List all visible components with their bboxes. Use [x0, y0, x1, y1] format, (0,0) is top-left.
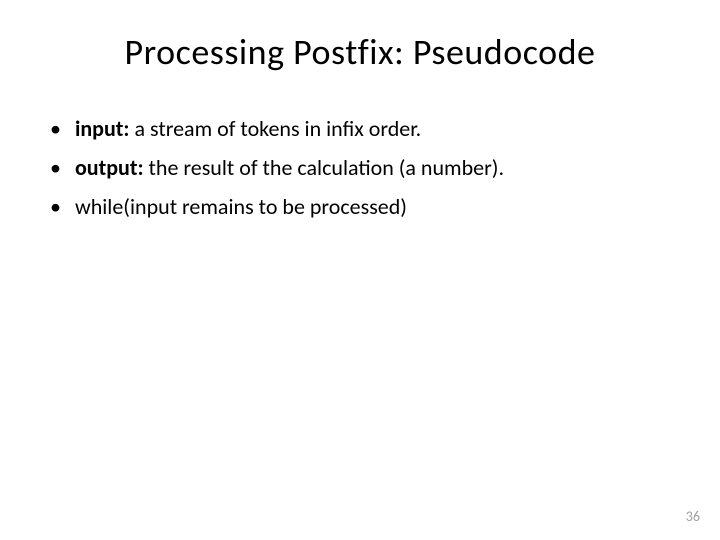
bullet-marker: •: [50, 153, 61, 184]
bullet-marker: •: [50, 114, 61, 145]
page-number: 36: [686, 508, 700, 525]
bullet-body: the result of the calculation (a number)…: [144, 154, 504, 181]
bullet-text: while(input remains to be processed): [75, 192, 680, 223]
bullet-text: input: a stream of tokens in infix order…: [75, 114, 680, 145]
bullet-item: • output: the result of the calculation …: [50, 153, 680, 184]
slide-title: Processing Postfix: Pseudocode: [40, 30, 680, 74]
slide-container: Processing Postfix: Pseudocode • input: …: [0, 0, 720, 540]
content-area: • input: a stream of tokens in infix ord…: [40, 114, 680, 222]
bullet-body: while(input remains to be processed): [75, 193, 407, 220]
bullet-body: a stream of tokens in infix order.: [130, 115, 422, 142]
bullet-item: • input: a stream of tokens in infix ord…: [50, 114, 680, 145]
bullet-label: input:: [75, 115, 130, 142]
bullet-label: output:: [75, 154, 144, 181]
bullet-text: output: the result of the calculation (a…: [75, 153, 680, 184]
bullet-marker: •: [50, 192, 61, 223]
bullet-item: • while(input remains to be processed): [50, 192, 680, 223]
